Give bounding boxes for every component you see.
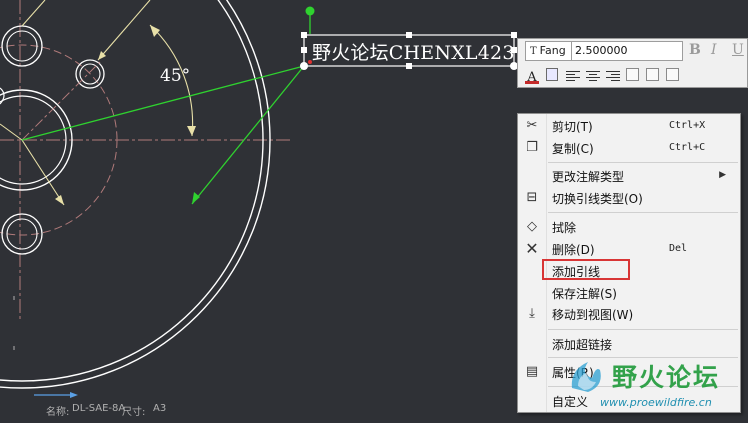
font-color-swatch [525, 81, 539, 84]
leader-anchor-handle[interactable] [300, 62, 308, 70]
annotation-text[interactable]: 野火论坛CHENXL423 [312, 38, 515, 65]
underline-button[interactable]: U [732, 42, 744, 58]
angle-arrow-top [150, 25, 160, 37]
drawing-status-bar: 名称: DL-SAE-8A 尺寸: A3 [0, 398, 520, 423]
menu-item-cut[interactable]: ✂ 剪切(T) Ctrl+X [518, 116, 740, 136]
outer-rim-circle-2[interactable] [0, 0, 271, 389]
valign-middle-icon[interactable] [646, 68, 659, 81]
bold-button[interactable]: B [689, 42, 701, 58]
menu-separator [548, 212, 738, 213]
truetype-icon: T [530, 46, 537, 57]
properties-icon: ▤ [525, 364, 539, 379]
align-left-icon[interactable] [566, 69, 580, 81]
status-size-label: 尺寸: [122, 407, 146, 418]
watermark-title: 野火论坛 [612, 363, 721, 392]
angle-arrow-bottom [187, 126, 196, 136]
menu-item-move-to-view[interactable]: ⤓ 移动到视图(W) [518, 304, 740, 324]
status-size-value: A3 [153, 403, 167, 414]
menu-item-label: 更改注解类型 [552, 170, 625, 184]
menu-item-label: 保存注解(S) [552, 287, 617, 301]
menu-item-delete[interactable]: ✕ 删除(D) Del [518, 239, 740, 259]
menu-item-label: 复制(C) [552, 142, 594, 156]
font-color-button[interactable]: A [524, 66, 540, 85]
status-name-value: DL-SAE-8A [72, 403, 126, 414]
wildfire-logo-icon [571, 362, 601, 392]
menu-item-label: 删除(D) [552, 243, 595, 257]
align-right-icon[interactable] [606, 69, 620, 81]
dimension-leader-1 [21, 0, 46, 27]
angle-dimension-label[interactable]: 45° [160, 66, 190, 86]
valign-top-icon[interactable] [626, 68, 639, 81]
diagonal-center-mark [21, 61, 101, 141]
menu-item-save-annotation[interactable]: 保存注解(S) [518, 283, 740, 303]
menu-item-erase[interactable]: ◇ 拭除 [518, 217, 740, 237]
menu-item-label: 拭除 [552, 221, 577, 235]
font-size-input[interactable]: 2.500000 [571, 41, 683, 61]
menu-item-label: 剪切(T) [552, 120, 593, 134]
font-family-value: Fang [539, 44, 566, 57]
move-to-view-icon: ⤓ [529, 306, 535, 321]
leader-line-new[interactable] [191, 65, 305, 205]
leader-arrowhead [192, 192, 200, 204]
text-format-toolbar: TFang ▼ 2.500000 B I U A [517, 38, 748, 88]
menu-item-toggle-leader-type[interactable]: ⊟ 切换引线类型(O) [518, 188, 740, 208]
menu-item-change-annotation-type[interactable]: 更改注解类型 ▶ [518, 166, 740, 186]
menu-item-shortcut: Ctrl+C [669, 142, 706, 153]
dimension-leader-2 [97, 0, 151, 61]
menu-separator [548, 162, 738, 163]
forum-watermark: 野火论坛 www.proewildfire.cn [560, 352, 748, 416]
menu-item-add-hyperlink[interactable]: 添加超链接 [518, 334, 740, 354]
selection-handle-ml[interactable] [301, 47, 307, 53]
menu-item-shortcut: Ctrl+X [669, 120, 706, 131]
submenu-arrow-icon: ▶ [719, 170, 726, 180]
menu-item-copy[interactable]: ❐ 复制(C) Ctrl+C [518, 138, 740, 158]
delete-x-icon: ✕ [525, 239, 539, 258]
paste-format-icon[interactable] [546, 68, 558, 81]
add-leader-highlight-box [542, 259, 630, 280]
align-center-icon[interactable] [586, 69, 600, 81]
dimension-leader-3 [0, 123, 23, 141]
menu-item-label: 切换引线类型(O) [552, 192, 643, 206]
menu-item-shortcut: Del [669, 243, 688, 254]
dimension-leader-4 [21, 139, 65, 206]
dimension-arrow-4 [55, 195, 64, 205]
toolbar-row-2: A [518, 67, 747, 85]
menu-item-label: 移动到视图(W) [552, 308, 634, 322]
outer-rim-circle[interactable] [0, 0, 264, 382]
rotate-handle[interactable] [305, 6, 315, 16]
leader-type-icon: ⊟ [526, 190, 538, 205]
status-name-label: 名称: [46, 407, 70, 418]
copy-icon: ❐ [526, 140, 538, 155]
valign-bottom-icon[interactable] [666, 68, 679, 81]
italic-button[interactable]: I [711, 42, 717, 58]
menu-separator [548, 329, 738, 330]
eraser-icon: ◇ [527, 219, 537, 234]
watermark-url: www.proewildfire.cn [600, 396, 712, 409]
selection-handle-tl[interactable] [301, 32, 307, 38]
scissors-icon: ✂ [526, 118, 538, 133]
menu-item-label: 添加超链接 [552, 338, 613, 352]
